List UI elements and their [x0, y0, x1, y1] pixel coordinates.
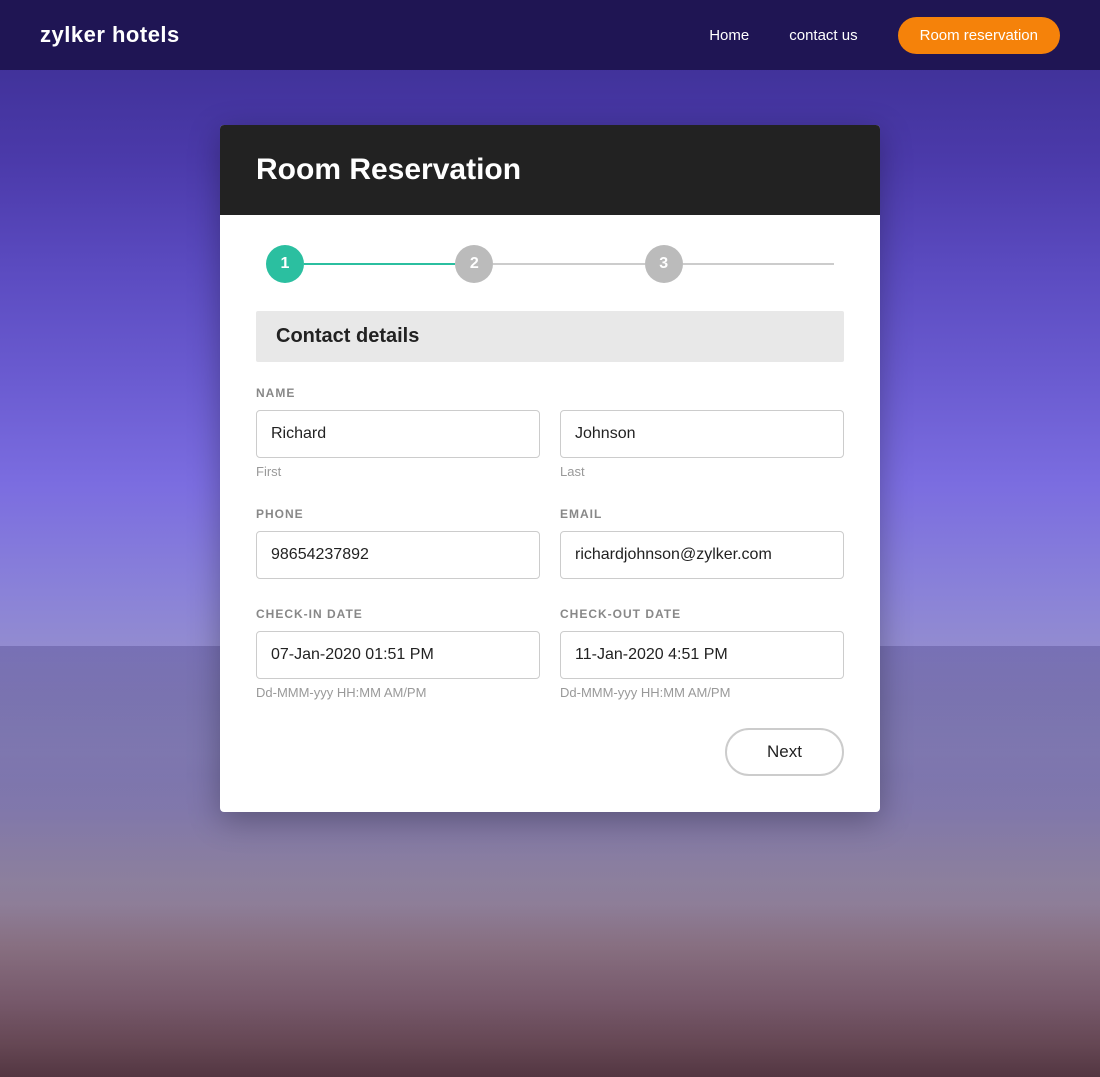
phone-label: PHONE: [256, 507, 540, 521]
email-label: EMAIL: [560, 507, 844, 521]
phone-email-row: PHONE EMAIL: [256, 507, 844, 579]
dates-section: CHECK-IN DATE Dd-MMM-yyy HH:MM AM/PM CHE…: [256, 607, 844, 700]
nav-home[interactable]: Home: [709, 27, 749, 44]
phone-email-section: PHONE EMAIL: [256, 507, 844, 579]
first-name-input[interactable]: [256, 410, 540, 458]
reservation-card: Room Reservation 1 2 3 Conta: [220, 125, 880, 812]
first-name-col: First: [256, 410, 540, 479]
step-line-2-3: [493, 263, 644, 265]
navbar: zylker hotels Home contact us Room reser…: [0, 0, 1100, 70]
nav-contact[interactable]: contact us: [789, 27, 857, 44]
checkin-sublabel: Dd-MMM-yyy HH:MM AM/PM: [256, 685, 540, 700]
phone-input[interactable]: [256, 531, 540, 579]
step-2[interactable]: 2: [455, 245, 493, 283]
first-name-sublabel: First: [256, 464, 540, 479]
stepper: 1 2 3: [256, 245, 844, 283]
email-col: EMAIL: [560, 507, 844, 579]
phone-col: PHONE: [256, 507, 540, 579]
checkin-col: CHECK-IN DATE Dd-MMM-yyy HH:MM AM/PM: [256, 607, 540, 700]
checkout-sublabel: Dd-MMM-yyy HH:MM AM/PM: [560, 685, 844, 700]
last-name-sublabel: Last: [560, 464, 844, 479]
step-line-3-end: [683, 263, 834, 265]
last-name-col: Last: [560, 410, 844, 479]
form-title: Room Reservation: [256, 153, 844, 187]
section-label-text: Contact details: [276, 325, 419, 347]
next-button[interactable]: Next: [725, 728, 844, 776]
checkout-input[interactable]: [560, 631, 844, 679]
step-1[interactable]: 1: [266, 245, 304, 283]
card-header: Room Reservation: [220, 125, 880, 215]
last-name-input[interactable]: [560, 410, 844, 458]
brand-logo: zylker hotels: [40, 22, 709, 48]
checkout-label: CHECK-OUT DATE: [560, 607, 844, 621]
step-line-1-2: [304, 263, 455, 265]
nav-links: Home contact us Room reservation: [709, 17, 1060, 54]
name-section: NAME First Last: [256, 386, 844, 479]
main-content: Room Reservation 1 2 3 Conta: [0, 70, 1100, 812]
checkout-col: CHECK-OUT DATE Dd-MMM-yyy HH:MM AM/PM: [560, 607, 844, 700]
nav-reservation-button[interactable]: Room reservation: [898, 17, 1060, 54]
checkin-label: CHECK-IN DATE: [256, 607, 540, 621]
dates-row: CHECK-IN DATE Dd-MMM-yyy HH:MM AM/PM CHE…: [256, 607, 844, 700]
email-input[interactable]: [560, 531, 844, 579]
next-row: Next: [256, 728, 844, 776]
checkin-input[interactable]: [256, 631, 540, 679]
step-3[interactable]: 3: [645, 245, 683, 283]
name-row: First Last: [256, 410, 844, 479]
card-body: 1 2 3 Contact details NAME: [220, 215, 880, 812]
section-label-contact: Contact details: [256, 311, 844, 362]
name-label: NAME: [256, 386, 844, 400]
